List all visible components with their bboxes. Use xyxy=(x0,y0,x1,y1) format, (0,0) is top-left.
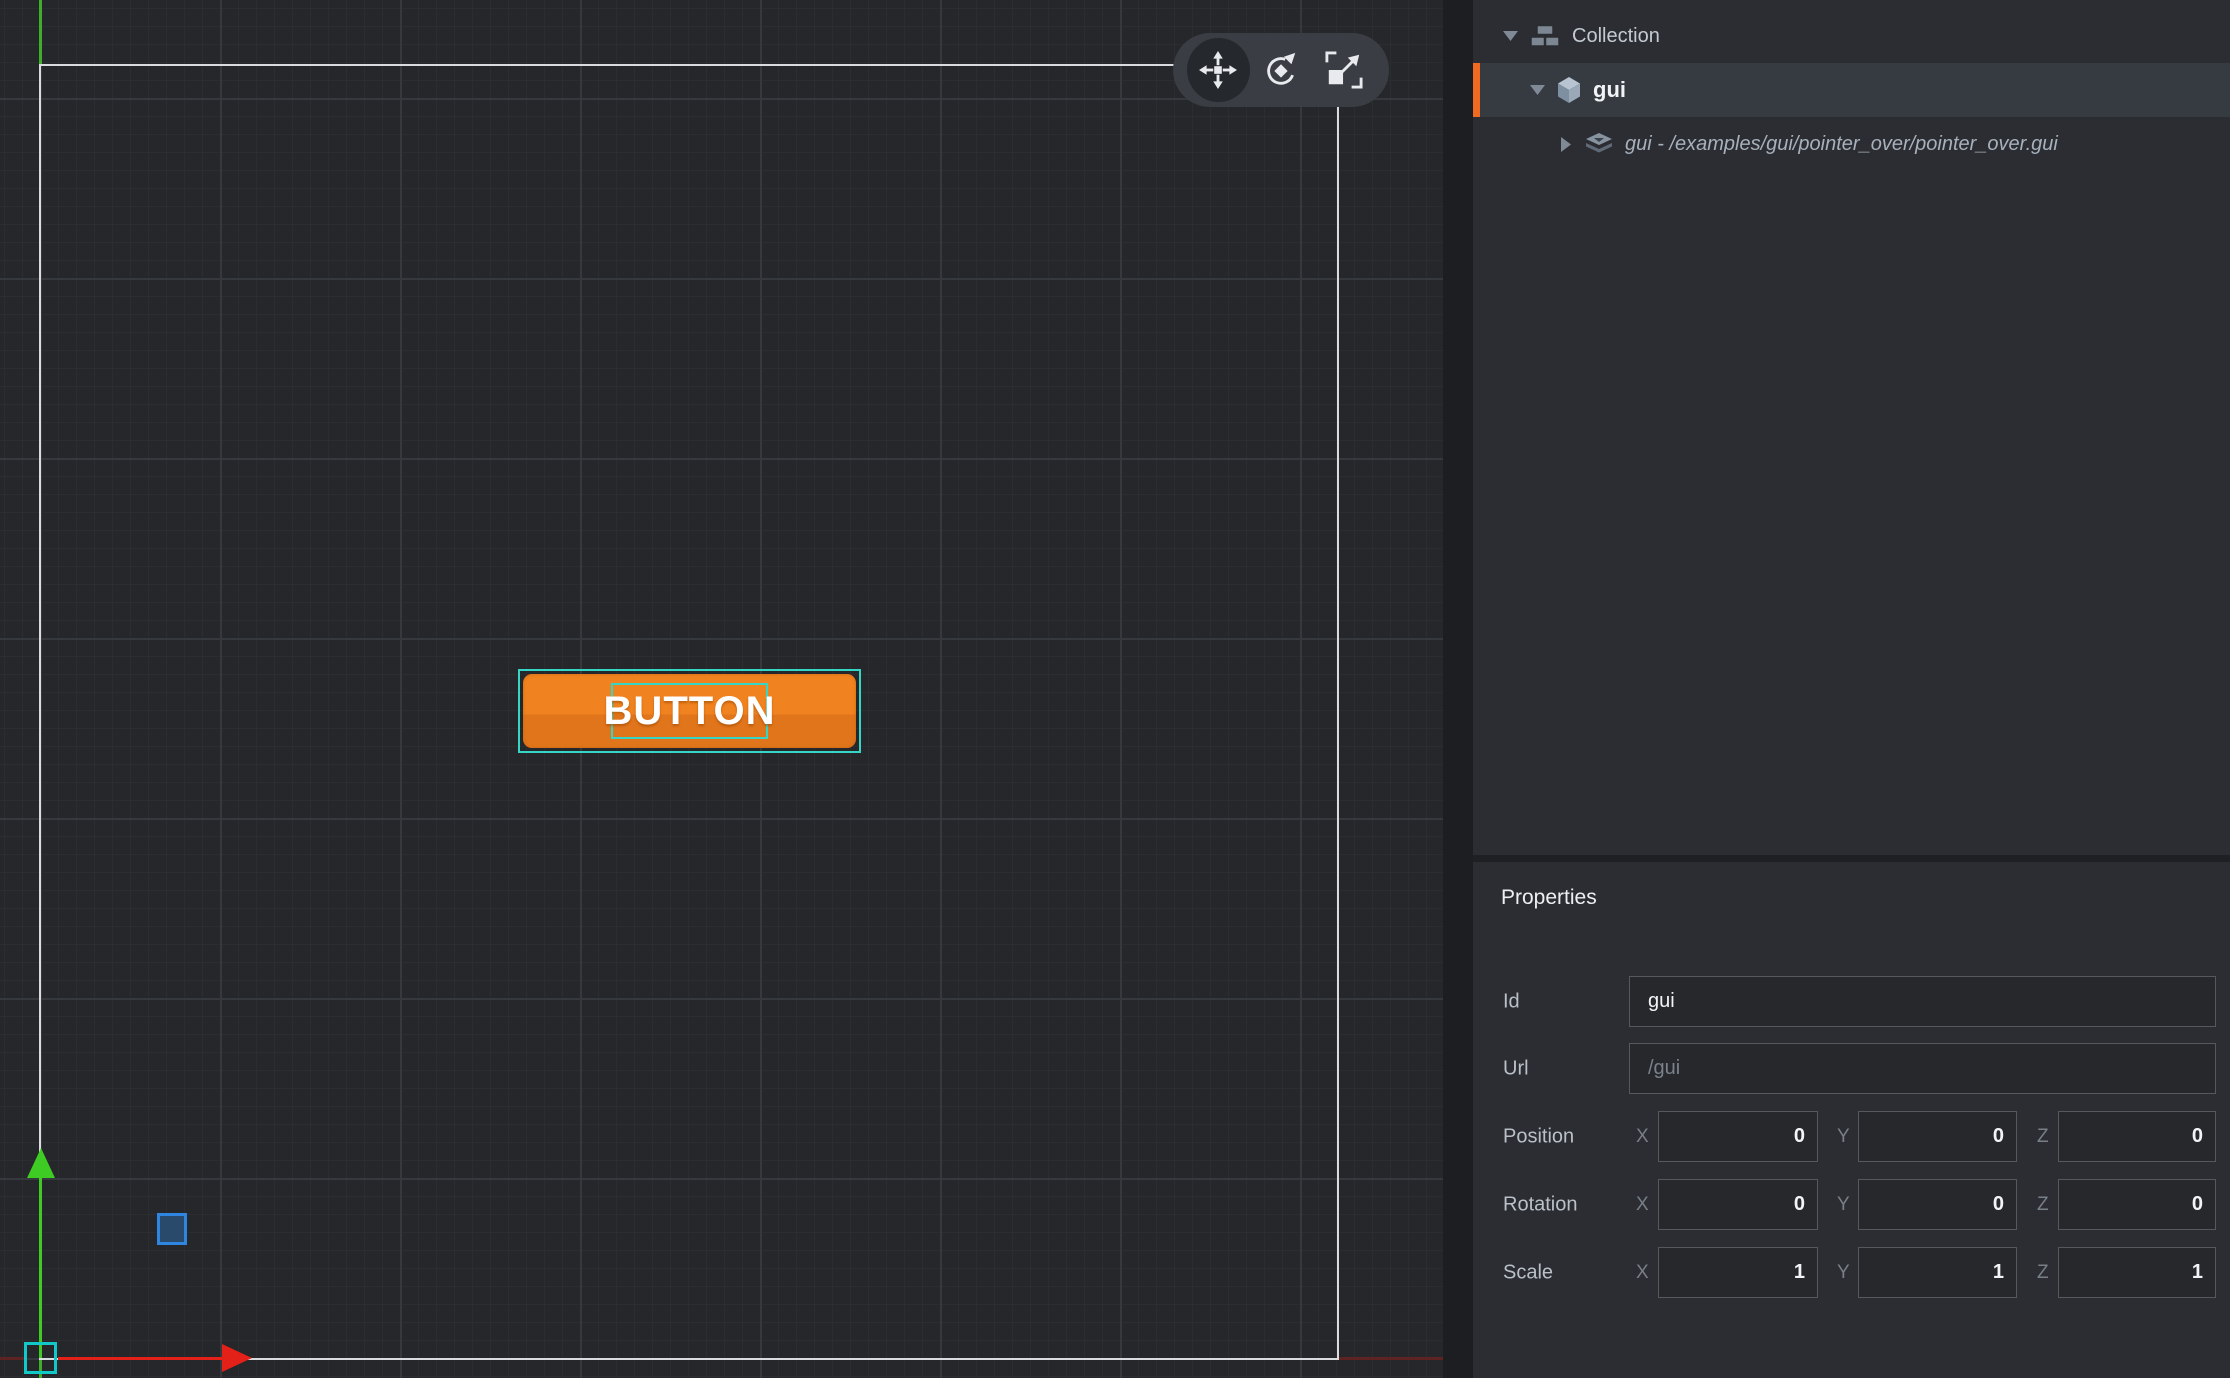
layers-icon xyxy=(1585,133,1613,156)
rotation-x-label: X xyxy=(1636,1194,1649,1216)
x-axis-line-left xyxy=(0,1357,26,1360)
move-icon xyxy=(1199,51,1237,89)
rotation-y-label: Y xyxy=(1837,1194,1850,1216)
x-axis-arrow-icon[interactable] xyxy=(222,1344,252,1372)
tree-label-gui-reference: gui - /examples/gui/pointer_over/pointer… xyxy=(1625,133,2058,156)
scale-y-input[interactable] xyxy=(1858,1247,2017,1298)
scene-button-text-node[interactable]: BUTTON xyxy=(611,683,768,739)
properties-panel: Properties Id Url Position X Y Z xyxy=(1473,862,2230,1378)
scale-icon xyxy=(1325,51,1363,89)
position-property-row: Position X Y Z xyxy=(1473,1111,2230,1162)
scene-canvas[interactable]: BUTTON xyxy=(0,0,1443,1378)
x-axis-line-right xyxy=(1339,1357,1443,1360)
tree-row-gui-reference[interactable]: gui - /examples/gui/pointer_over/pointer… xyxy=(1473,117,2230,171)
expand-arrow-right-icon[interactable] xyxy=(1558,137,1573,152)
tree-label-collection: Collection xyxy=(1572,25,1660,48)
tree-row-collection[interactable]: Collection xyxy=(1473,9,2230,63)
editor-window: BUTTON xyxy=(0,0,2230,1378)
position-y-label: Y xyxy=(1837,1126,1850,1148)
scale-z-input[interactable] xyxy=(2058,1247,2216,1298)
id-property-row: Id xyxy=(1473,976,2230,1027)
url-label: Url xyxy=(1503,1057,1529,1080)
collection-icon xyxy=(1530,24,1560,49)
expand-arrow-down-icon[interactable] xyxy=(1503,31,1518,41)
rotate-tool-button[interactable] xyxy=(1250,38,1313,102)
rotation-x-input[interactable] xyxy=(1658,1179,1818,1230)
rotation-label: Rotation xyxy=(1503,1193,1578,1216)
manipulator-toolbar xyxy=(1173,33,1389,107)
scale-y-label: Y xyxy=(1837,1262,1850,1284)
scale-z-label: Z xyxy=(2037,1262,2049,1284)
expand-arrow-down-icon[interactable] xyxy=(1530,85,1545,95)
y-axis-gizmo-line[interactable] xyxy=(39,1176,42,1358)
x-axis-gizmo-line[interactable] xyxy=(58,1357,226,1360)
y-axis-arrow-icon[interactable] xyxy=(27,1148,55,1178)
y-axis-line xyxy=(39,0,42,64)
id-label: Id xyxy=(1503,990,1520,1013)
cube-icon xyxy=(1557,76,1581,104)
rotate-icon xyxy=(1262,51,1300,89)
selection-accent-bar xyxy=(1473,63,1480,117)
position-label: Position xyxy=(1503,1125,1574,1148)
panel-divider[interactable] xyxy=(1443,0,1473,1378)
url-property-row: Url xyxy=(1473,1043,2230,1094)
scale-label: Scale xyxy=(1503,1261,1553,1284)
url-input[interactable] xyxy=(1629,1043,2216,1094)
rotation-property-row: Rotation X Y Z xyxy=(1473,1179,2230,1230)
scene-button-node[interactable]: BUTTON xyxy=(518,669,861,753)
position-z-label: Z xyxy=(2037,1126,2049,1148)
outline-tree: Collection gui xyxy=(1473,0,2230,855)
position-x-label: X xyxy=(1636,1126,1649,1148)
right-panel: Collection gui xyxy=(1473,0,2230,1378)
tree-label-gui: gui xyxy=(1593,77,1626,103)
position-x-input[interactable] xyxy=(1658,1111,1818,1162)
scale-x-label: X xyxy=(1636,1262,1649,1284)
origin-move-handle[interactable] xyxy=(24,1342,57,1374)
scale-property-row: Scale X Y Z xyxy=(1473,1247,2230,1298)
id-input[interactable] xyxy=(1629,976,2216,1027)
tree-properties-separator[interactable] xyxy=(1473,855,2230,862)
properties-title: Properties xyxy=(1501,886,1597,910)
node-anchor-marker xyxy=(157,1213,187,1245)
rotation-z-label: Z xyxy=(2037,1194,2049,1216)
position-y-input[interactable] xyxy=(1858,1111,2017,1162)
move-tool-button[interactable] xyxy=(1187,38,1250,102)
tree-row-gui[interactable]: gui xyxy=(1473,63,2230,117)
scene-button-label: BUTTON xyxy=(604,689,776,734)
position-z-input[interactable] xyxy=(2058,1111,2216,1162)
rotation-y-input[interactable] xyxy=(1858,1179,2017,1230)
rotation-z-input[interactable] xyxy=(2058,1179,2216,1230)
scale-tool-button[interactable] xyxy=(1312,38,1375,102)
scale-x-input[interactable] xyxy=(1658,1247,1818,1298)
